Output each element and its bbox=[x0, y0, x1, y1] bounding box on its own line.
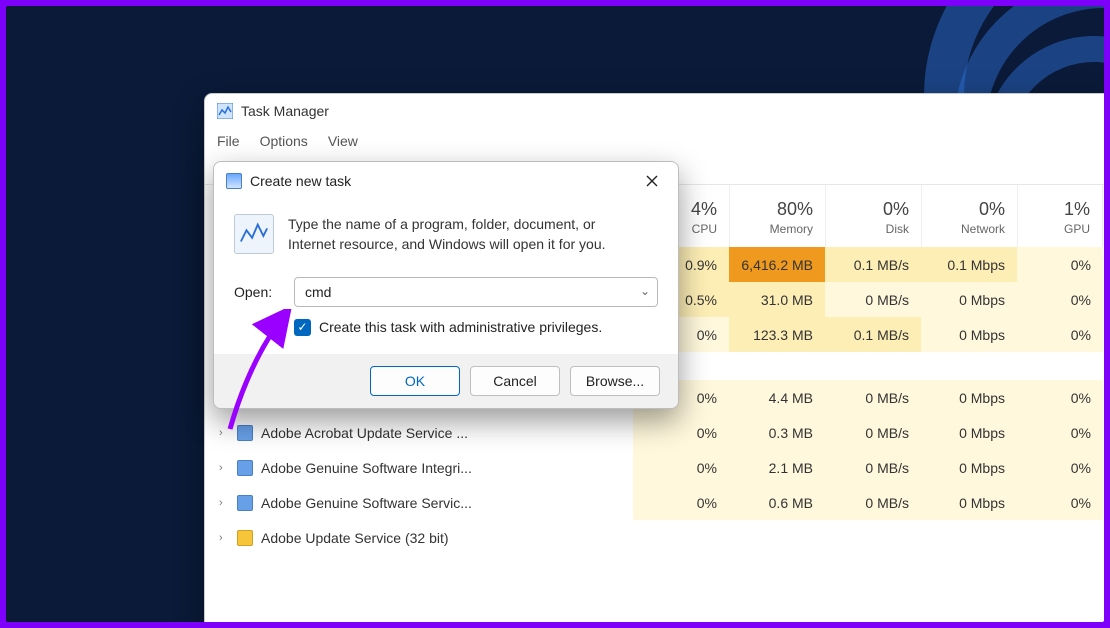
header-disk[interactable]: 0%Disk bbox=[825, 185, 921, 247]
metric-cell: 0% bbox=[633, 485, 729, 520]
metric-cell: 0% bbox=[633, 450, 729, 485]
process-icon bbox=[237, 425, 253, 441]
metric-cell: 0% bbox=[1017, 415, 1103, 450]
menu-options[interactable]: Options bbox=[260, 133, 308, 149]
header-memory[interactable]: 80%Memory bbox=[729, 185, 825, 247]
desktop-background: Task Manager File Options View 4%CPU80%M… bbox=[6, 6, 1104, 622]
metric-cell: 123.3 MB bbox=[729, 317, 825, 352]
metric-cell: 0.1 MB/s bbox=[825, 247, 921, 282]
table-row[interactable]: › Adobe Update Service (32 bit) bbox=[205, 520, 1104, 555]
process-icon bbox=[237, 495, 253, 511]
process-name-cell[interactable]: › Adobe Acrobat Update Service ... bbox=[205, 425, 633, 441]
metric-cell: 0 MB/s bbox=[825, 450, 921, 485]
open-input[interactable] bbox=[294, 277, 658, 307]
chevron-right-icon: › bbox=[219, 427, 229, 439]
metric-cell: 0% bbox=[1017, 485, 1103, 520]
process-name: Adobe Genuine Software Servic... bbox=[261, 495, 472, 511]
metric-cell: 6,416.2 MB bbox=[729, 247, 825, 282]
metric-cell: 0% bbox=[1017, 317, 1103, 352]
table-row[interactable]: ›Adobe Genuine Software Servic...0%0.6 M… bbox=[205, 485, 1104, 520]
close-icon bbox=[646, 175, 658, 187]
process-name: Adobe Acrobat Update Service ... bbox=[261, 425, 468, 441]
process-name-cell[interactable]: › Adobe Genuine Software Servic... bbox=[205, 495, 633, 511]
header-gpu[interactable]: 1%GPU bbox=[1017, 185, 1103, 247]
create-new-task-dialog: Create new task Type the name of a progr… bbox=[213, 161, 679, 409]
metric-cell: 0% bbox=[1017, 247, 1103, 282]
metric-cell: 0 Mbps bbox=[921, 282, 1017, 317]
browse-button[interactable]: Browse... bbox=[570, 366, 660, 396]
run-graphic-icon bbox=[234, 214, 274, 254]
header-network[interactable]: 0%Network bbox=[921, 185, 1017, 247]
process-icon bbox=[237, 530, 253, 546]
window-title: Task Manager bbox=[241, 103, 329, 119]
chevron-right-icon: › bbox=[219, 497, 229, 509]
metric-cell: 0.1 Mbps bbox=[921, 247, 1017, 282]
dialog-titlebar[interactable]: Create new task bbox=[214, 162, 678, 200]
dialog-buttons: OK Cancel Browse... bbox=[214, 354, 678, 408]
table-row[interactable]: ›Adobe Genuine Software Integri...0%2.1 … bbox=[205, 450, 1104, 485]
metric-cell: 0 Mbps bbox=[921, 415, 1017, 450]
metric-cell: 0 Mbps bbox=[921, 485, 1017, 520]
dialog-title: Create new task bbox=[250, 173, 626, 189]
metric-cell: 0% bbox=[1017, 380, 1103, 415]
metric-cell: 0% bbox=[1017, 282, 1103, 317]
metric-cell: 2.1 MB bbox=[729, 450, 825, 485]
process-name-cell[interactable]: › Adobe Update Service (32 bit) bbox=[205, 530, 633, 546]
process-icon bbox=[237, 460, 253, 476]
metric-cell: 0 Mbps bbox=[921, 317, 1017, 352]
process-name: Adobe Genuine Software Integri... bbox=[261, 460, 472, 476]
cancel-button[interactable]: Cancel bbox=[470, 366, 560, 396]
process-name-cell[interactable]: › Adobe Genuine Software Integri... bbox=[205, 460, 633, 476]
metric-cell: 0 Mbps bbox=[921, 380, 1017, 415]
dialog-hint: Type the name of a program, folder, docu… bbox=[288, 214, 628, 255]
metric-cell: 0 MB/s bbox=[825, 282, 921, 317]
chevron-right-icon: › bbox=[219, 462, 229, 474]
chevron-right-icon: › bbox=[219, 532, 229, 544]
ok-button[interactable]: OK bbox=[370, 366, 460, 396]
open-label: Open: bbox=[234, 284, 280, 300]
metric-cell: 0 MB/s bbox=[825, 415, 921, 450]
metric-cell: 0.1 MB/s bbox=[825, 317, 921, 352]
admin-label: Create this task with administrative pri… bbox=[319, 319, 602, 335]
titlebar[interactable]: Task Manager bbox=[205, 94, 1104, 128]
task-manager-icon bbox=[217, 103, 233, 119]
metric-cell: 0.6 MB bbox=[729, 485, 825, 520]
menu-file[interactable]: File bbox=[217, 133, 240, 149]
metric-cell: 0.3 MB bbox=[729, 415, 825, 450]
metric-cell: 0 MB/s bbox=[825, 380, 921, 415]
admin-checkbox[interactable]: ✓ bbox=[294, 319, 311, 336]
close-button[interactable] bbox=[634, 167, 670, 195]
metric-cell: 31.0 MB bbox=[729, 282, 825, 317]
metric-cell: 0% bbox=[1017, 450, 1103, 485]
menu-view[interactable]: View bbox=[328, 133, 358, 149]
open-combobox[interactable]: ⌄ bbox=[294, 277, 658, 307]
table-row[interactable]: ›Adobe Acrobat Update Service ...0%0.3 M… bbox=[205, 415, 1104, 450]
metric-cell: 0 Mbps bbox=[921, 450, 1017, 485]
menubar: File Options View bbox=[205, 128, 1104, 154]
metric-cell: 4.4 MB bbox=[729, 380, 825, 415]
metric-cell: 0 MB/s bbox=[825, 485, 921, 520]
run-icon bbox=[226, 173, 242, 189]
process-name: Adobe Update Service (32 bit) bbox=[261, 530, 449, 546]
metric-cell: 0% bbox=[633, 415, 729, 450]
